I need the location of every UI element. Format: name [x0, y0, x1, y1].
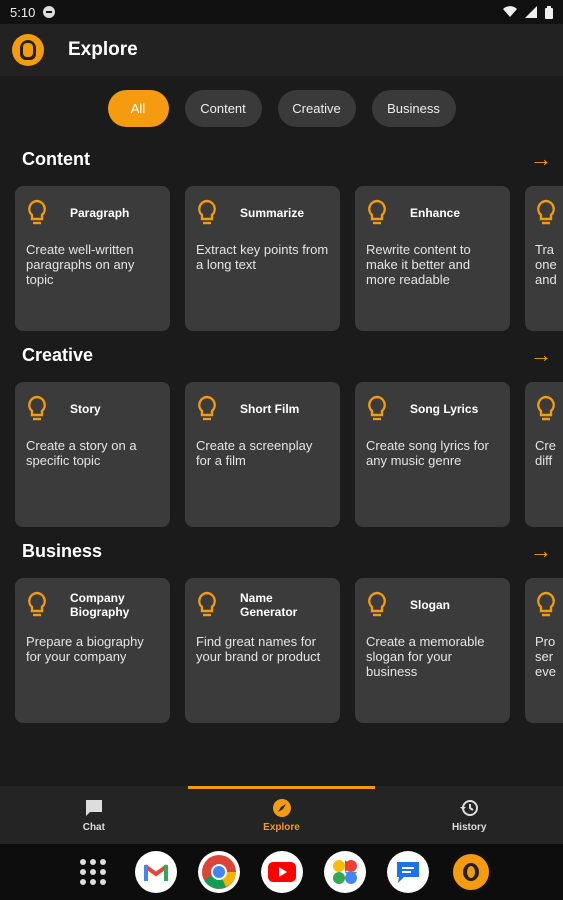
card-title: Story	[70, 402, 101, 416]
wifi-icon	[503, 6, 517, 18]
arrow-right-icon[interactable]: →	[530, 148, 552, 170]
card-row-creative: Story Create a story on a specific topic…	[15, 382, 563, 527]
messages-icon[interactable]	[386, 851, 429, 893]
card-description: Create song lyrics for any music genre	[366, 438, 489, 468]
lightbulb-icon	[368, 395, 386, 421]
section-header-creative: Creative →	[22, 344, 552, 366]
lightbulb-icon	[537, 395, 555, 421]
lightbulb-icon	[368, 591, 386, 617]
prompt-card-partial[interactable]: Tra one and	[525, 186, 563, 331]
notification-icon	[43, 6, 56, 18]
gmail-icon[interactable]	[134, 851, 177, 893]
chrome-icon[interactable]	[197, 851, 240, 893]
lightbulb-icon	[537, 591, 555, 617]
section-title: Content	[22, 148, 90, 169]
card-title: Short Film	[240, 402, 300, 416]
prompt-card-partial[interactable]: Cre diff	[525, 382, 563, 527]
nav-label: History	[451, 821, 487, 833]
bottom-navigation: Chat Explore History	[0, 786, 563, 844]
signal-icon	[525, 6, 537, 18]
brain-logo-icon	[12, 34, 44, 66]
card-description-fragment: Tra one and	[535, 242, 557, 287]
desc-line: Pro	[535, 634, 556, 649]
card-title: Paragraph	[70, 206, 130, 220]
desc-line: eve	[535, 664, 556, 679]
history-icon	[459, 798, 479, 818]
desc-line: ser	[535, 649, 554, 664]
lightbulb-icon	[198, 591, 216, 617]
card-description: Prepare a biography for your company	[26, 634, 144, 664]
prompt-card[interactable]: Name Generator Find great names for your…	[185, 578, 340, 723]
section-header-business: Business →	[22, 540, 552, 562]
section-header-content: Content →	[22, 148, 552, 170]
chat-icon	[84, 798, 104, 818]
prompt-card[interactable]: Summarize Extract key points from a long…	[185, 186, 340, 331]
card-title: Summarize	[240, 206, 305, 220]
prompt-card[interactable]: Enhance Rewrite content to make it bette…	[355, 186, 510, 331]
card-row-business: Company Biography Prepare a biography fo…	[15, 578, 563, 723]
arrow-right-icon[interactable]: →	[530, 344, 552, 366]
compass-icon	[272, 798, 292, 818]
lightbulb-icon	[198, 395, 216, 421]
desc-line: Tra	[535, 242, 555, 257]
lightbulb-icon	[368, 199, 386, 225]
photos-icon[interactable]	[323, 851, 366, 893]
nav-explore[interactable]: Explore	[187, 786, 376, 844]
system-dock	[0, 844, 563, 900]
card-description: Extract key points from a long text	[196, 242, 329, 272]
card-description: Create a screenplay for a film	[196, 438, 313, 468]
chip-business[interactable]: Business	[371, 90, 456, 127]
prompt-card[interactable]: Song Lyrics Create song lyrics for any m…	[355, 382, 510, 527]
card-row-content: Paragraph Create well-written paragraphs…	[15, 186, 563, 331]
prompt-card[interactable]: Story Create a story on a specific topic	[15, 382, 170, 527]
lightbulb-icon	[537, 199, 555, 225]
nav-history[interactable]: History	[375, 786, 563, 844]
youtube-icon[interactable]	[260, 851, 303, 893]
lightbulb-icon	[198, 199, 216, 225]
card-description: Rewrite content to make it better and mo…	[366, 242, 471, 287]
card-description-fragment: Cre diff	[535, 438, 556, 468]
prompt-card[interactable]: Short Film Create a screenplay for a fil…	[185, 382, 340, 527]
card-title: Company Biography	[70, 591, 130, 619]
apps-grid-icon[interactable]	[72, 851, 114, 893]
desc-line: diff	[535, 453, 553, 468]
lightbulb-icon	[28, 199, 46, 225]
filter-chips: All Content Creative Business	[0, 90, 563, 127]
chip-content[interactable]: Content	[184, 90, 262, 127]
brain-app-icon[interactable]	[449, 851, 492, 893]
desc-line: and	[535, 272, 557, 287]
chip-all[interactable]: All	[107, 90, 169, 127]
chip-creative[interactable]: Creative	[277, 90, 356, 127]
desc-line: Cre	[535, 438, 556, 453]
card-description: Create well-written paragraphs on any to…	[26, 242, 135, 287]
page-title: Explore	[68, 39, 138, 60]
card-description: Create a story on a specific topic	[26, 438, 137, 468]
card-description-fragment: Pro ser eve	[535, 634, 556, 679]
status-time: 5:10	[10, 4, 36, 20]
status-bar: 5:10	[0, 0, 563, 24]
prompt-card[interactable]: Company Biography Prepare a biography fo…	[15, 578, 170, 723]
lightbulb-icon	[28, 591, 46, 617]
section-title: Business	[22, 540, 103, 561]
section-title: Creative	[22, 344, 94, 365]
card-description: Create a memorable slogan for your busin…	[366, 634, 485, 679]
app-bar: Explore	[0, 24, 563, 76]
card-title: Slogan	[410, 598, 451, 612]
card-title: Name Generator	[240, 591, 298, 619]
nav-label: Chat	[82, 821, 105, 833]
prompt-card-partial[interactable]: Pro ser eve	[525, 578, 563, 723]
lightbulb-icon	[28, 395, 46, 421]
card-title: Enhance	[410, 206, 461, 220]
card-description: Find great names for your brand or produ…	[196, 634, 321, 664]
desc-line: one	[535, 257, 557, 272]
card-title: Song Lyrics	[410, 402, 479, 416]
nav-label: Explore	[263, 821, 300, 833]
nav-chat[interactable]: Chat	[0, 786, 188, 844]
prompt-card[interactable]: Paragraph Create well-written paragraphs…	[15, 186, 170, 331]
arrow-right-icon[interactable]: →	[530, 540, 552, 562]
prompt-card[interactable]: Slogan Create a memorable slogan for you…	[355, 578, 510, 723]
battery-icon	[545, 5, 553, 19]
